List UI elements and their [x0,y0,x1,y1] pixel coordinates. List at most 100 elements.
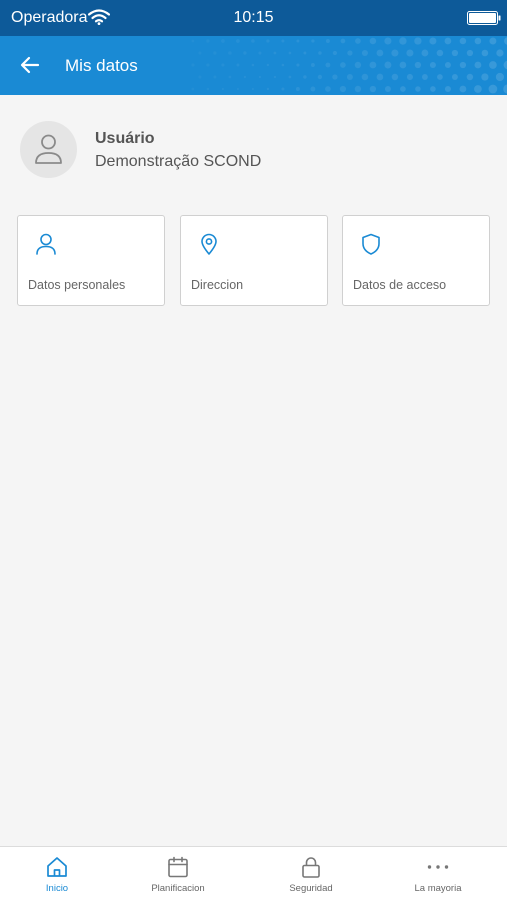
header-pattern-dot [481,49,489,57]
header-pattern-dot [474,37,482,45]
nav-label: Seguridad [289,883,333,894]
avatar [20,121,77,178]
header-pattern-dot [251,39,255,43]
header-pattern-dot [221,39,225,43]
header-pattern-dot [206,39,210,43]
card-datos-de-acceso[interactable]: Datos de acceso [342,215,490,306]
header-pattern-dot [354,61,362,69]
header-pattern-dot [339,85,347,93]
header-pattern-dot [236,88,239,90]
header-pattern-dot [444,61,451,69]
header-pattern-dot [206,63,210,67]
nav-label: Planificacion [151,883,205,894]
header-pattern-dot [332,74,338,80]
header-pattern-dot [391,49,399,57]
header-pattern-dot [332,50,338,56]
header-pattern-dot [369,61,377,69]
header-pattern-dot [213,51,217,55]
header-pattern-dot [384,61,392,69]
card-direccion[interactable]: Direccion [180,215,328,306]
header-pattern-dot [451,74,458,80]
header-pattern-dot [361,73,369,81]
status-bar: Operadora 10:15 [0,0,507,36]
header-pattern-dot [384,85,391,93]
header-pattern-dot [266,39,270,43]
header-pattern-dot [399,61,407,69]
header-pattern-dot [228,51,232,55]
nav-item-planificacion[interactable]: Planificacion [115,847,241,900]
header-pattern-dot [295,87,300,91]
header-pattern-dot [391,73,399,81]
map-pin-icon [201,233,217,255]
header-pattern-dot [466,49,474,57]
header-pattern-dot [400,86,406,92]
lock-icon [302,857,320,878]
header-pattern-dot [459,37,467,45]
header-pattern-dot [495,72,505,82]
card-datos-personales[interactable]: Datos personales [17,215,165,306]
header-pattern-dot [481,73,489,81]
page-title: Mis datos [65,56,138,75]
header-pattern-dot [503,84,507,94]
profile-name: Usuário [95,130,155,147]
header-pattern-dot [288,51,292,55]
header-pattern-dot [198,75,202,79]
header-pattern-dot [474,61,482,69]
header-pattern-dot [288,75,292,79]
header-pattern-dot [384,37,392,45]
app-header: Mis datos [0,36,507,95]
header-pattern-dot [496,49,504,57]
header-pattern-dot [346,73,353,81]
header-pattern-dot [466,73,474,81]
header-pattern-dot [251,87,254,91]
header-pattern-dot [488,84,498,94]
header-pattern-dot [355,38,361,44]
header-pattern-dot [340,38,346,44]
header-pattern-dot [243,51,247,55]
header-pattern-dot [198,51,202,55]
header-pattern-dot [273,75,277,79]
nav-item-inicio[interactable]: Inicio [0,847,120,900]
header-pattern-dot [406,49,414,57]
header-pattern-dot [459,85,467,93]
header-pattern-dot [273,51,277,55]
nav-label: Inicio [45,883,69,894]
battery-icon [467,11,501,25]
bottom-navigation: Inicio Planificacion Seguridad La mayori… [0,846,507,900]
header-pattern-dot [221,87,225,91]
header-pattern-dot [243,75,247,79]
header-pattern-dot [318,51,322,55]
header-pattern-dot [369,37,377,45]
home-icon [47,857,67,877]
header-pattern-dot [251,63,255,67]
header-pattern-dot [311,39,315,43]
back-arrow-icon[interactable] [18,53,42,77]
header-pattern-dot [421,74,428,80]
nav-label: La mayoria [414,883,462,894]
profile-description: Demonstração SCOND [95,153,262,170]
profile-section: Usuário Demonstração SCOND [20,121,490,181]
header-pattern-dot [266,87,270,91]
nav-item-la-mayoria[interactable]: La mayoria [375,847,501,900]
header-pattern-dot [191,63,195,67]
header-pattern-dot [414,61,422,69]
header-pattern-dot [437,74,443,80]
header-pattern-dot [406,73,414,81]
status-time: 10:15 [233,9,274,26]
header-pattern-dot [421,49,429,57]
header-pattern-dot [296,39,300,43]
header-pattern-dot [376,49,384,57]
header-pattern-dot [459,61,467,69]
card-label: Datos de acceso [353,278,447,292]
card-label: Datos personales [28,278,126,292]
header-pattern-dot [451,49,459,57]
header-pattern-dot [361,49,368,57]
header-pattern-dot [191,87,195,91]
header-pattern-dot [221,63,225,67]
header-pattern-dot [340,62,346,68]
nav-item-seguridad[interactable]: Seguridad [248,847,374,900]
header-pattern-dot [489,61,497,69]
header-pattern-dot [258,51,262,55]
header-pattern-dot [206,87,210,91]
header-pattern-dot [317,74,323,80]
